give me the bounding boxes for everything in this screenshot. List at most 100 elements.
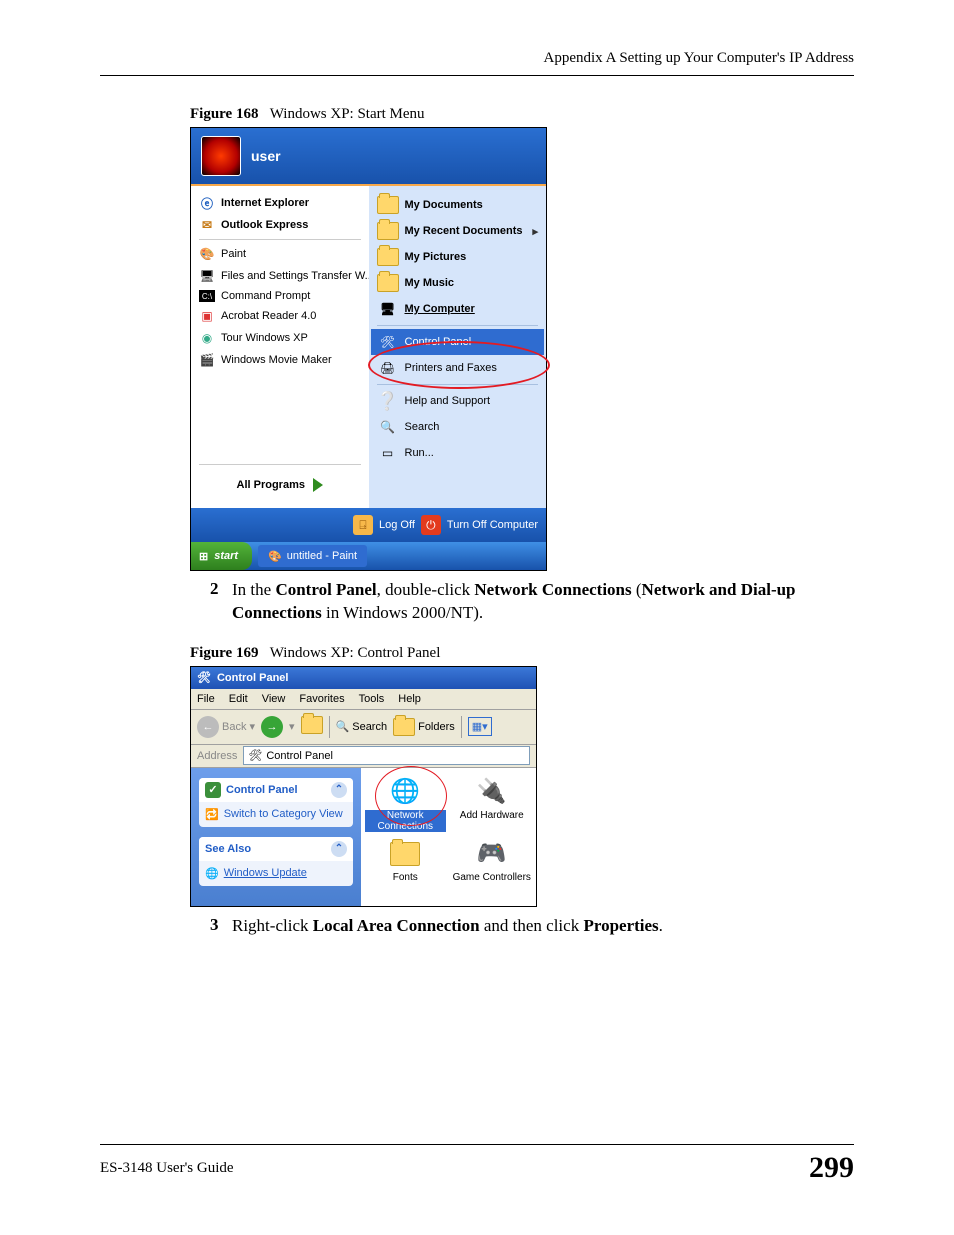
menu-item-command-prompt[interactable]: C:\ Command Prompt xyxy=(193,287,367,305)
control-panel-screenshot: 🛠 Control Panel File Edit View Favorites… xyxy=(190,666,537,907)
taskbar: ⊞ start 🎨 untitled - Paint xyxy=(191,542,546,570)
icon-label: Network Connections xyxy=(365,810,446,832)
address-value: Control Panel xyxy=(266,750,333,762)
logoff-label[interactable]: Log Off xyxy=(379,519,415,531)
footer-rule xyxy=(100,1144,854,1145)
search-icon: 🔍 xyxy=(377,416,399,438)
icon-network-connections[interactable]: 🌐 Network Connections xyxy=(365,776,446,832)
menu-item-my-music[interactable]: My Music xyxy=(371,270,545,296)
icon-label: Game Controllers xyxy=(453,872,531,883)
menu-item-all-programs[interactable]: All Programs xyxy=(193,468,367,502)
help-icon: ❔ xyxy=(377,390,399,412)
up-button[interactable] xyxy=(301,716,323,737)
figure-169-caption: Figure 169 Windows XP: Control Panel xyxy=(190,645,854,662)
windows-update-icon: 🌐 xyxy=(205,867,219,880)
header-rule xyxy=(100,75,854,76)
network-connections-icon: 🌐 xyxy=(389,776,421,808)
switch-view-icon: 🔁 xyxy=(205,808,219,821)
menu-item-printers-faxes[interactable]: 🖨 Printers and Faxes xyxy=(371,355,545,381)
switch-category-view-link[interactable]: 🔁 Switch to Category View xyxy=(199,802,353,827)
menu-item-help-support[interactable]: ❔ Help and Support xyxy=(371,388,545,414)
menu-item-internet-explorer[interactable]: ⓔ Internet Explorer xyxy=(193,192,367,214)
menu-item-my-pictures[interactable]: My Pictures xyxy=(371,244,545,270)
back-button[interactable]: ← Back ▾ xyxy=(197,716,255,738)
menu-item-my-computer[interactable]: 🖥 My Computer xyxy=(371,296,545,322)
menu-item-my-documents[interactable]: My Documents xyxy=(371,192,545,218)
dropdown-icon: ▾ xyxy=(289,720,295,733)
menu-item-control-panel[interactable]: 🛠 Control Panel xyxy=(371,329,545,355)
icon-label: Add Hardware xyxy=(460,810,524,821)
step-3: 3 Right-click Local Area Connection and … xyxy=(210,915,854,938)
game-controllers-icon: 🎮 xyxy=(476,838,508,870)
windows-update-link[interactable]: 🌐 Windows Update xyxy=(199,861,353,886)
logoff-icon[interactable]: ⍈ xyxy=(353,515,373,535)
taskbar-app-label: untitled - Paint xyxy=(287,550,357,562)
menu-edit[interactable]: Edit xyxy=(229,693,248,705)
page-number: 299 xyxy=(809,1151,854,1185)
search-button[interactable]: 🔍 Search xyxy=(336,720,388,733)
menu-item-paint[interactable]: 🎨 Paint xyxy=(193,243,367,265)
start-button[interactable]: ⊞ start xyxy=(191,542,252,570)
start-label: start xyxy=(214,550,238,562)
menu-help[interactable]: Help xyxy=(398,693,421,705)
figure-169-title: Windows XP: Control Panel xyxy=(270,645,441,661)
menu-item-my-recent-documents[interactable]: My Recent Documents ▸ xyxy=(371,218,545,244)
submenu-arrow-icon: ▸ xyxy=(532,225,538,238)
back-label: Back xyxy=(222,721,246,733)
search-icon: 🔍 xyxy=(336,720,350,733)
menu-item-search[interactable]: 🔍 Search xyxy=(371,414,545,440)
outlook-icon: ✉ xyxy=(199,217,215,233)
folder-clock-icon xyxy=(377,220,399,242)
menu-label: Tour Windows XP xyxy=(221,332,308,344)
menu-file[interactable]: File xyxy=(197,693,215,705)
back-arrow-icon: ← xyxy=(197,716,219,738)
menu-tools[interactable]: Tools xyxy=(359,693,385,705)
menu-item-outlook-express[interactable]: ✉ Outlook Express xyxy=(193,214,367,236)
menu-item-acrobat-reader[interactable]: ▣ Acrobat Reader 4.0 xyxy=(193,305,367,327)
menu-favorites[interactable]: Favorites xyxy=(299,693,344,705)
folders-label: Folders xyxy=(418,721,455,733)
transfer-icon: 🖥 xyxy=(199,268,215,284)
control-panel-icon: 🛠 xyxy=(197,671,211,684)
see-also-title: See Also xyxy=(205,843,251,855)
page-footer: ES-3148 User's Guide 299 xyxy=(100,1144,854,1185)
menu-label: My Recent Documents xyxy=(405,225,523,237)
menu-label: Control Panel xyxy=(405,336,472,348)
start-menu-header: user xyxy=(191,128,546,184)
address-input[interactable]: 🛠 Control Panel xyxy=(243,746,530,765)
shutdown-icon[interactable]: ⏻ xyxy=(421,515,441,535)
step-2: 2 In the Control Panel, double-click Net… xyxy=(210,579,854,625)
icon-add-hardware[interactable]: 🔌 Add Hardware xyxy=(452,776,533,832)
figure-168-caption: Figure 168 Windows XP: Start Menu xyxy=(190,106,854,123)
separator xyxy=(199,239,361,240)
turnoff-label[interactable]: Turn Off Computer xyxy=(447,519,538,531)
taskbar-app-paint[interactable]: 🎨 untitled - Paint xyxy=(258,545,367,567)
folder-up-icon xyxy=(301,716,323,734)
forward-button[interactable]: → xyxy=(261,716,283,738)
guide-title: ES-3148 User's Guide xyxy=(100,1160,234,1177)
step-text: Right-click Local Area Connection and th… xyxy=(232,915,663,938)
paint-icon: 🎨 xyxy=(268,550,282,563)
separator xyxy=(377,384,539,385)
folders-button[interactable]: Folders xyxy=(393,718,455,736)
collapse-icon[interactable]: ⌃ xyxy=(331,841,347,857)
run-icon: ▭ xyxy=(377,442,399,464)
views-button[interactable]: ▦▾ xyxy=(468,717,492,736)
menu-label: Windows Movie Maker xyxy=(221,354,332,366)
menu-label: My Music xyxy=(405,277,455,289)
icon-fonts[interactable]: Fonts xyxy=(365,838,446,883)
menu-item-run[interactable]: ▭ Run... xyxy=(371,440,545,466)
icon-label: Fonts xyxy=(393,872,418,883)
menu-view[interactable]: View xyxy=(262,693,286,705)
icon-area: 🌐 Network Connections 🔌 Add Hardware Fon… xyxy=(361,768,536,906)
window-title: Control Panel xyxy=(217,672,289,684)
icon-game-controllers[interactable]: 🎮 Game Controllers xyxy=(452,838,533,883)
menu-item-files-settings-transfer[interactable]: 🖥 Files and Settings Transfer W... xyxy=(193,265,367,287)
paint-icon: 🎨 xyxy=(199,246,215,262)
collapse-icon[interactable]: ⌃ xyxy=(331,782,347,798)
menu-item-movie-maker[interactable]: 🎬 Windows Movie Maker xyxy=(193,349,367,371)
menu-label: Help and Support xyxy=(405,395,491,407)
address-bar: Address 🛠 Control Panel xyxy=(191,745,536,768)
side-pane: ✓Control Panel ⌃ 🔁 Switch to Category Vi… xyxy=(191,768,361,906)
menu-item-tour-windows-xp[interactable]: ◉ Tour Windows XP xyxy=(193,327,367,349)
